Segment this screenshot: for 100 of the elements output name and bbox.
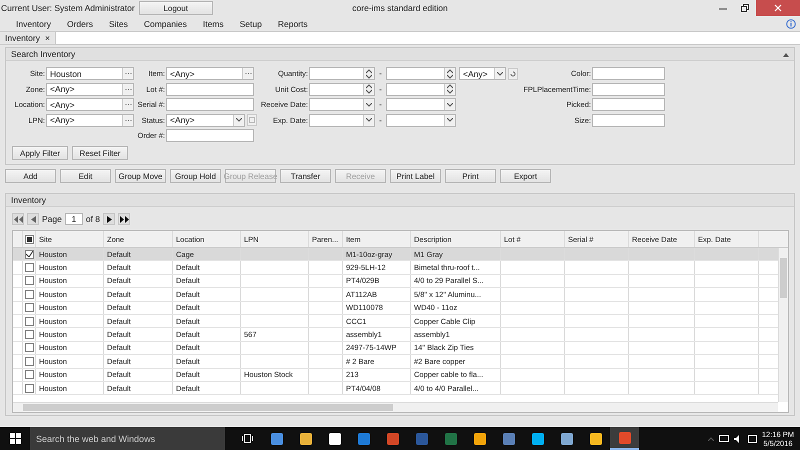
double-triangle-left-icon (14, 216, 22, 222)
range-separator: - (378, 69, 383, 78)
action-button[interactable]: Group Hold (170, 169, 221, 183)
action-button[interactable]: Print (445, 169, 496, 183)
range-separator: - (378, 84, 383, 94)
app-icon[interactable] (270, 432, 282, 444)
action-button[interactable]: Export (500, 169, 551, 183)
row-checkbox[interactable] (25, 356, 34, 366)
app-icon[interactable] (300, 432, 312, 444)
taskbar-search-field[interactable]: Search the web and Windows (30, 427, 225, 450)
spinner-icon[interactable] (447, 84, 453, 94)
menu-item[interactable]: Items (194, 18, 232, 28)
menu-item[interactable]: Setup (232, 18, 270, 28)
action-button[interactable]: Add (5, 169, 56, 183)
row-checkbox[interactable] (25, 330, 34, 340)
text-field[interactable] (592, 82, 665, 96)
page-field[interactable]: 1 (64, 213, 83, 225)
row-checkbox[interactable] (25, 343, 34, 352)
last-page-button[interactable] (118, 213, 130, 225)
date-field[interactable] (386, 114, 456, 126)
close-icon[interactable] (756, 0, 800, 16)
menu-item[interactable]: Inventory (8, 18, 59, 28)
number-field[interactable] (386, 67, 456, 80)
close-tab-button[interactable]: × (44, 33, 50, 43)
menu-item[interactable]: Orders (58, 18, 101, 28)
range-separator: - (378, 116, 383, 124)
spinner-icon[interactable] (366, 84, 372, 94)
row-checkbox[interactable] (25, 290, 34, 299)
ellipsis-icon (124, 118, 132, 122)
text-field[interactable] (166, 129, 254, 142)
lookup-field[interactable]: <Any> (46, 82, 134, 96)
chevron-down-icon (366, 102, 372, 106)
filter-button[interactable]: Reset Filter (72, 146, 128, 160)
vertical-scrollbar[interactable] (778, 248, 788, 402)
refresh-icon[interactable] (508, 68, 518, 80)
ellipsis-icon (124, 72, 132, 75)
first-page-button[interactable] (12, 213, 24, 225)
task-view-icon[interactable] (242, 434, 253, 443)
date-field[interactable] (309, 98, 375, 111)
row-checkbox[interactable] (25, 370, 34, 380)
range-separator: - (378, 100, 383, 109)
info-icon[interactable] (786, 18, 796, 28)
action-button[interactable]: Print Label (390, 169, 441, 183)
action-button[interactable]: Edit (60, 169, 111, 183)
row-checkbox[interactable] (25, 316, 34, 326)
text-field[interactable] (592, 67, 665, 80)
spinner-icon[interactable] (366, 68, 372, 78)
ellipsis-icon (124, 88, 132, 90)
triangle-right-icon (106, 216, 112, 222)
chevron-down-icon (447, 102, 453, 106)
text-field[interactable] (592, 114, 665, 126)
number-field[interactable] (309, 82, 375, 96)
menu-item[interactable]: Companies (136, 18, 195, 28)
horizontal-scrollbar[interactable] (13, 402, 778, 412)
ellipsis-icon (124, 103, 132, 106)
row-checkbox[interactable] (25, 276, 34, 286)
status-dropdown[interactable]: <Any> (166, 114, 245, 126)
number-field[interactable] (386, 82, 456, 96)
app-icon[interactable] (590, 432, 602, 444)
date-field[interactable] (309, 114, 375, 126)
chevron-down-icon (497, 72, 503, 76)
row-checkbox[interactable] (25, 250, 34, 259)
row-checkbox[interactable] (25, 263, 34, 272)
select-all-checkbox[interactable] (25, 234, 34, 244)
unit-dropdown[interactable]: <Any> (459, 67, 506, 80)
row-checkbox[interactable] (25, 384, 34, 393)
chevron-down-icon (366, 118, 372, 122)
tab[interactable]: Inventory × (0, 32, 56, 44)
previous-page-button[interactable] (27, 213, 39, 225)
chevron-down-icon (447, 118, 453, 122)
row-checkbox[interactable] (25, 303, 34, 312)
menu-item[interactable]: Sites (100, 18, 136, 28)
text-field[interactable] (592, 98, 665, 111)
action-button[interactable]: Transfer (280, 169, 331, 183)
window-title: core-ims standard edition (352, 3, 448, 13)
windows-icon[interactable] (10, 433, 20, 444)
spinner-icon[interactable] (447, 68, 453, 78)
next-page-button[interactable] (103, 213, 116, 225)
menu-item[interactable]: Reports (270, 18, 316, 28)
chevron-up-icon (708, 436, 714, 440)
app-icon[interactable] (532, 432, 544, 444)
text-field[interactable] (166, 82, 254, 96)
lookup-field[interactable]: <Any> (46, 98, 134, 111)
date-field[interactable] (386, 98, 456, 111)
app-icon[interactable] (328, 432, 340, 444)
app-icon[interactable] (560, 432, 572, 444)
double-triangle-right-icon (120, 216, 129, 222)
logout-button[interactable]: Logout (138, 1, 213, 15)
ellipsis-icon (244, 72, 252, 75)
action-button[interactable]: Group Move (115, 169, 166, 183)
panel-title: Inventory (11, 195, 46, 205)
lookup-field[interactable]: <Any> (166, 67, 254, 80)
filter-button[interactable]: Apply Filter (12, 146, 68, 160)
collapse-icon[interactable] (783, 53, 789, 57)
number-field[interactable] (309, 67, 375, 80)
page-count: of 8 (86, 214, 100, 224)
lookup-field[interactable]: <Any> (46, 114, 134, 126)
app-icon[interactable] (474, 432, 486, 444)
lookup-field[interactable]: Houston (46, 67, 134, 80)
text-field[interactable] (166, 98, 254, 111)
